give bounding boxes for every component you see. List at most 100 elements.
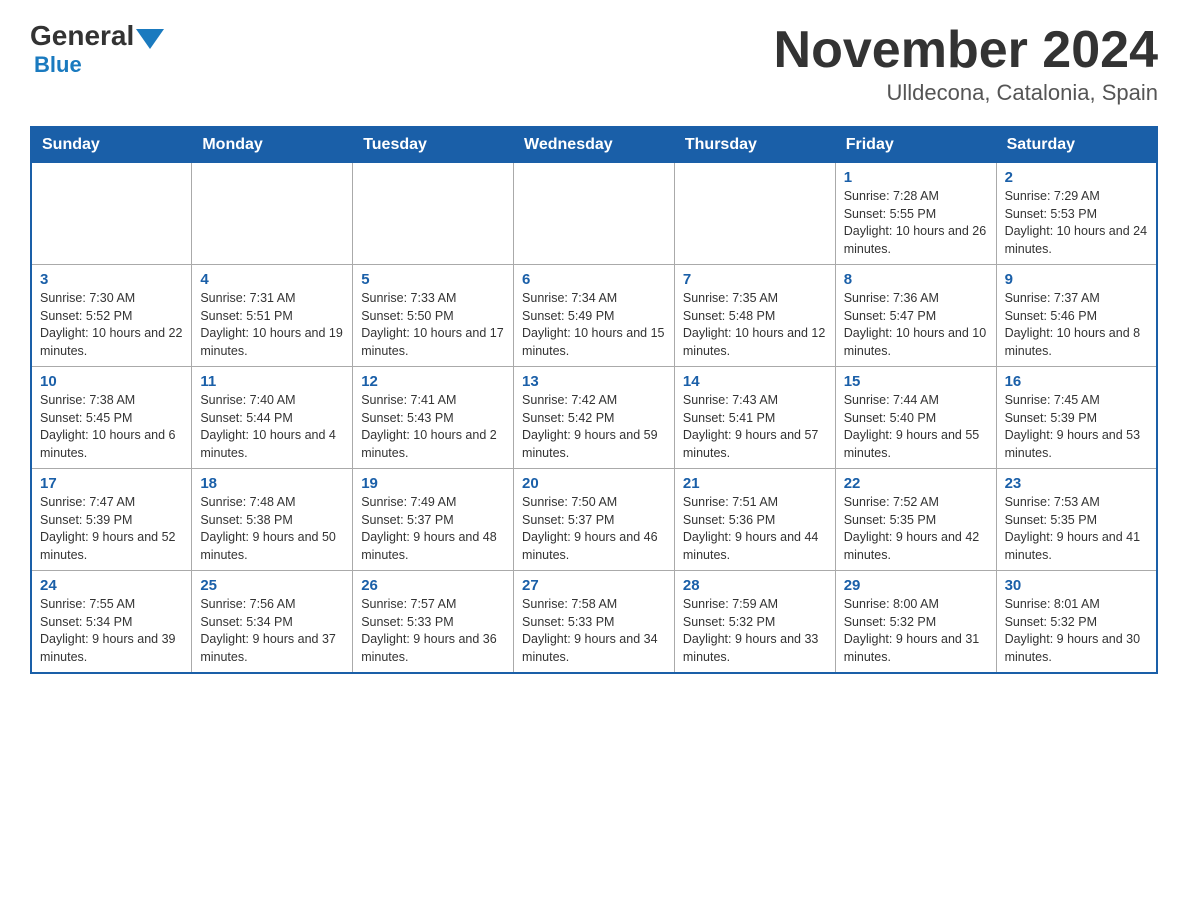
calendar-header-sunday: Sunday bbox=[31, 127, 192, 163]
calendar-header-wednesday: Wednesday bbox=[514, 127, 675, 163]
day-number: 5 bbox=[361, 271, 505, 288]
calendar-header-thursday: Thursday bbox=[674, 127, 835, 163]
calendar-header-monday: Monday bbox=[192, 127, 353, 163]
day-info: Sunrise: 7:33 AMSunset: 5:50 PMDaylight:… bbox=[361, 290, 505, 360]
day-info: Sunrise: 7:49 AMSunset: 5:37 PMDaylight:… bbox=[361, 494, 505, 564]
calendar-cell: 22Sunrise: 7:52 AMSunset: 5:35 PMDayligh… bbox=[835, 469, 996, 571]
day-info: Sunrise: 7:56 AMSunset: 5:34 PMDaylight:… bbox=[200, 596, 344, 666]
calendar-table: SundayMondayTuesdayWednesdayThursdayFrid… bbox=[30, 126, 1158, 674]
day-info: Sunrise: 7:38 AMSunset: 5:45 PMDaylight:… bbox=[40, 392, 183, 462]
calendar-cell: 5 Sunrise: 7:33 AMSunset: 5:50 PMDaylight… bbox=[353, 265, 514, 367]
logo-general-text: General bbox=[30, 20, 134, 52]
calendar-week-5: 24 Sunrise: 7:55 AMSunset: 5:34 PMDayligh… bbox=[31, 571, 1157, 674]
logo-top: General bbox=[30, 20, 166, 52]
day-number: 23 bbox=[1005, 475, 1148, 492]
calendar-cell: 24 Sunrise: 7:55 AMSunset: 5:34 PMDayligh… bbox=[31, 571, 192, 674]
calendar-cell: 4 Sunrise: 7:31 AMSunset: 5:51 PMDaylight… bbox=[192, 265, 353, 367]
calendar-cell: 28 Sunrise: 7:59 AMSunset: 5:32 PMDayligh… bbox=[674, 571, 835, 674]
day-info: Sunrise: 7:51 AMSunset: 5:36 PMDaylight:… bbox=[683, 494, 827, 564]
day-info: Sunrise: 7:48 AMSunset: 5:38 PMDaylight:… bbox=[200, 494, 344, 564]
day-number: 28 bbox=[683, 577, 827, 594]
day-info: Sunrise: 7:55 AMSunset: 5:34 PMDaylight:… bbox=[40, 596, 183, 666]
day-info: Sunrise: 7:30 AMSunset: 5:52 PMDaylight:… bbox=[40, 290, 183, 360]
day-info: Sunrise: 7:58 AMSunset: 5:33 PMDaylight:… bbox=[522, 596, 666, 666]
calendar-cell: 19 Sunrise: 7:49 AMSunset: 5:37 PMDayligh… bbox=[353, 469, 514, 571]
calendar-cell bbox=[514, 163, 675, 265]
day-number: 3 bbox=[40, 271, 183, 288]
day-number: 21 bbox=[683, 475, 827, 492]
calendar-week-3: 10 Sunrise: 7:38 AMSunset: 5:45 PMDayligh… bbox=[31, 367, 1157, 469]
calendar-cell: 6Sunrise: 7:34 AMSunset: 5:49 PMDaylight… bbox=[514, 265, 675, 367]
calendar-cell: 10 Sunrise: 7:38 AMSunset: 5:45 PMDayligh… bbox=[31, 367, 192, 469]
day-number: 19 bbox=[361, 475, 505, 492]
day-info: Sunrise: 7:59 AMSunset: 5:32 PMDaylight:… bbox=[683, 596, 827, 666]
day-info: Sunrise: 7:31 AMSunset: 5:51 PMDaylight:… bbox=[200, 290, 344, 360]
day-number: 16 bbox=[1005, 373, 1148, 390]
logo-arrow-icon bbox=[136, 29, 164, 49]
day-info: Sunrise: 7:47 AMSunset: 5:39 PMDaylight:… bbox=[40, 494, 183, 564]
location-text: Ulldecona, Catalonia, Spain bbox=[774, 80, 1158, 106]
calendar-week-4: 17Sunrise: 7:47 AMSunset: 5:39 PMDayligh… bbox=[31, 469, 1157, 571]
calendar-cell: 29 Sunrise: 8:00 AMSunset: 5:32 PMDayligh… bbox=[835, 571, 996, 674]
day-number: 26 bbox=[361, 577, 505, 594]
calendar-cell: 17Sunrise: 7:47 AMSunset: 5:39 PMDayligh… bbox=[31, 469, 192, 571]
day-number: 9 bbox=[1005, 271, 1148, 288]
day-info: Sunrise: 7:41 AMSunset: 5:43 PMDaylight:… bbox=[361, 392, 505, 462]
day-info: Sunrise: 7:35 AMSunset: 5:48 PMDaylight:… bbox=[683, 290, 827, 360]
day-info: Sunrise: 8:00 AMSunset: 5:32 PMDaylight:… bbox=[844, 596, 988, 666]
day-info: Sunrise: 7:40 AMSunset: 5:44 PMDaylight:… bbox=[200, 392, 344, 462]
day-info: Sunrise: 7:28 AMSunset: 5:55 PMDaylight:… bbox=[844, 188, 988, 258]
day-info: Sunrise: 7:52 AMSunset: 5:35 PMDaylight:… bbox=[844, 494, 988, 564]
calendar-cell: 20Sunrise: 7:50 AMSunset: 5:37 PMDayligh… bbox=[514, 469, 675, 571]
calendar-cell bbox=[674, 163, 835, 265]
calendar-cell: 18 Sunrise: 7:48 AMSunset: 5:38 PMDayligh… bbox=[192, 469, 353, 571]
calendar-week-1: 1Sunrise: 7:28 AMSunset: 5:55 PMDaylight… bbox=[31, 163, 1157, 265]
day-info: Sunrise: 7:57 AMSunset: 5:33 PMDaylight:… bbox=[361, 596, 505, 666]
calendar-cell: 7 Sunrise: 7:35 AMSunset: 5:48 PMDaylight… bbox=[674, 265, 835, 367]
day-number: 10 bbox=[40, 373, 183, 390]
day-number: 24 bbox=[40, 577, 183, 594]
calendar-cell bbox=[192, 163, 353, 265]
day-number: 4 bbox=[200, 271, 344, 288]
calendar-cell: 1Sunrise: 7:28 AMSunset: 5:55 PMDaylight… bbox=[835, 163, 996, 265]
calendar-cell: 11 Sunrise: 7:40 AMSunset: 5:44 PMDayligh… bbox=[192, 367, 353, 469]
calendar-cell: 25 Sunrise: 7:56 AMSunset: 5:34 PMDayligh… bbox=[192, 571, 353, 674]
calendar-cell: 23 Sunrise: 7:53 AMSunset: 5:35 PMDayligh… bbox=[996, 469, 1157, 571]
day-number: 30 bbox=[1005, 577, 1148, 594]
calendar-cell bbox=[353, 163, 514, 265]
calendar-header-row: SundayMondayTuesdayWednesdayThursdayFrid… bbox=[31, 127, 1157, 163]
day-info: Sunrise: 7:44 AMSunset: 5:40 PMDaylight:… bbox=[844, 392, 988, 462]
day-number: 15 bbox=[844, 373, 988, 390]
calendar-cell: 27 Sunrise: 7:58 AMSunset: 5:33 PMDayligh… bbox=[514, 571, 675, 674]
calendar-cell: 13Sunrise: 7:42 AMSunset: 5:42 PMDayligh… bbox=[514, 367, 675, 469]
day-number: 25 bbox=[200, 577, 344, 594]
day-number: 27 bbox=[522, 577, 666, 594]
day-info: Sunrise: 7:37 AMSunset: 5:46 PMDaylight:… bbox=[1005, 290, 1148, 360]
day-info: Sunrise: 8:01 AMSunset: 5:32 PMDaylight:… bbox=[1005, 596, 1148, 666]
day-number: 2 bbox=[1005, 169, 1148, 186]
day-number: 7 bbox=[683, 271, 827, 288]
calendar-week-2: 3 Sunrise: 7:30 AMSunset: 5:52 PMDaylight… bbox=[31, 265, 1157, 367]
day-info: Sunrise: 7:42 AMSunset: 5:42 PMDaylight:… bbox=[522, 392, 666, 462]
day-number: 20 bbox=[522, 475, 666, 492]
logo-blue-text: Blue bbox=[34, 52, 82, 78]
page-header: General Blue November 2024 Ulldecona, Ca… bbox=[30, 20, 1158, 106]
day-number: 29 bbox=[844, 577, 988, 594]
calendar-cell: 16Sunrise: 7:45 AMSunset: 5:39 PMDayligh… bbox=[996, 367, 1157, 469]
calendar-cell: 26 Sunrise: 7:57 AMSunset: 5:33 PMDayligh… bbox=[353, 571, 514, 674]
calendar-cell bbox=[31, 163, 192, 265]
day-number: 18 bbox=[200, 475, 344, 492]
day-info: Sunrise: 7:53 AMSunset: 5:35 PMDaylight:… bbox=[1005, 494, 1148, 564]
day-number: 6 bbox=[522, 271, 666, 288]
logo: General Blue bbox=[30, 20, 166, 78]
day-number: 11 bbox=[200, 373, 344, 390]
calendar-cell: 14Sunrise: 7:43 AMSunset: 5:41 PMDayligh… bbox=[674, 367, 835, 469]
day-info: Sunrise: 7:36 AMSunset: 5:47 PMDaylight:… bbox=[844, 290, 988, 360]
calendar-cell: 15 Sunrise: 7:44 AMSunset: 5:40 PMDayligh… bbox=[835, 367, 996, 469]
title-section: November 2024 Ulldecona, Catalonia, Spai… bbox=[774, 20, 1158, 106]
calendar-header-tuesday: Tuesday bbox=[353, 127, 514, 163]
calendar-cell: 3 Sunrise: 7:30 AMSunset: 5:52 PMDaylight… bbox=[31, 265, 192, 367]
month-title: November 2024 bbox=[774, 20, 1158, 80]
day-info: Sunrise: 7:43 AMSunset: 5:41 PMDaylight:… bbox=[683, 392, 827, 462]
day-number: 12 bbox=[361, 373, 505, 390]
